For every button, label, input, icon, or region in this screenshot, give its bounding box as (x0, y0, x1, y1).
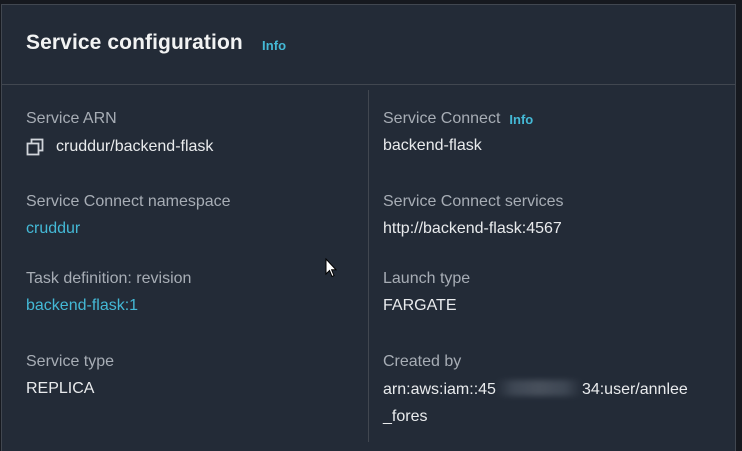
panel-title: Service configuration Info (26, 31, 286, 55)
created-by-label: Created by (383, 353, 462, 370)
field-launch-type: Launch type FARGATE (383, 270, 470, 315)
service-connect-services-label: Service Connect services (383, 193, 564, 210)
service-arn-value: cruddur/backend-flask (26, 138, 213, 156)
field-service-connect-namespace: Service Connect namespace cruddur (26, 193, 231, 238)
panel-title-text: Service configuration (26, 31, 243, 54)
field-created-by: Created by arn:aws:iam::45 34:user/annlee… (383, 353, 688, 430)
task-definition-label: Task definition: revision (26, 270, 192, 287)
field-task-definition: Task definition: revision backend-flask:… (26, 270, 191, 315)
launch-type-label: Launch type (383, 270, 471, 287)
created-by-line-1: arn:aws:iam::45 34:user/annlee (383, 376, 688, 403)
created-by-line-2: _fores (383, 408, 428, 425)
launch-type-value: FARGATE (383, 297, 457, 314)
service-type-value: REPLICA (26, 380, 95, 397)
service-arn-label: Service ARN (26, 110, 117, 127)
service-arn-text: cruddur/backend-flask (56, 138, 214, 155)
field-service-type: Service type REPLICA (26, 353, 114, 398)
service-connect-info-link[interactable]: Info (509, 112, 533, 127)
column-divider (368, 90, 369, 442)
service-type-label: Service type (26, 353, 115, 370)
field-service-connect-services: Service Connect services http://backend-… (383, 193, 564, 238)
service-connect-label: Service Connect Info (383, 110, 533, 128)
task-definition-link[interactable]: backend-flask:1 (26, 297, 191, 315)
created-by-suffix: 34:user/annlee (581, 381, 688, 398)
created-by-value: arn:aws:iam::45 34:user/annlee _fores (383, 376, 688, 430)
service-connect-value: backend-flask (383, 137, 482, 154)
created-by-prefix: arn:aws:iam::45 (383, 381, 496, 398)
mouse-cursor-icon (325, 258, 337, 278)
service-connect-namespace-link[interactable]: cruddur (26, 220, 231, 238)
copy-icon[interactable] (26, 138, 44, 156)
service-connect-namespace-label: Service Connect namespace (26, 193, 231, 210)
header-info-link[interactable]: Info (262, 38, 286, 53)
redacted-account-id (495, 380, 582, 396)
panel-header: Service configuration Info (2, 5, 735, 85)
field-service-connect: Service Connect Info backend-flask (383, 110, 533, 155)
service-connect-label-text: Service Connect (383, 110, 501, 127)
field-service-arn: Service ARN cruddur/backend-flask (26, 110, 213, 156)
service-connect-services-value: http://backend-flask:4567 (383, 220, 562, 237)
